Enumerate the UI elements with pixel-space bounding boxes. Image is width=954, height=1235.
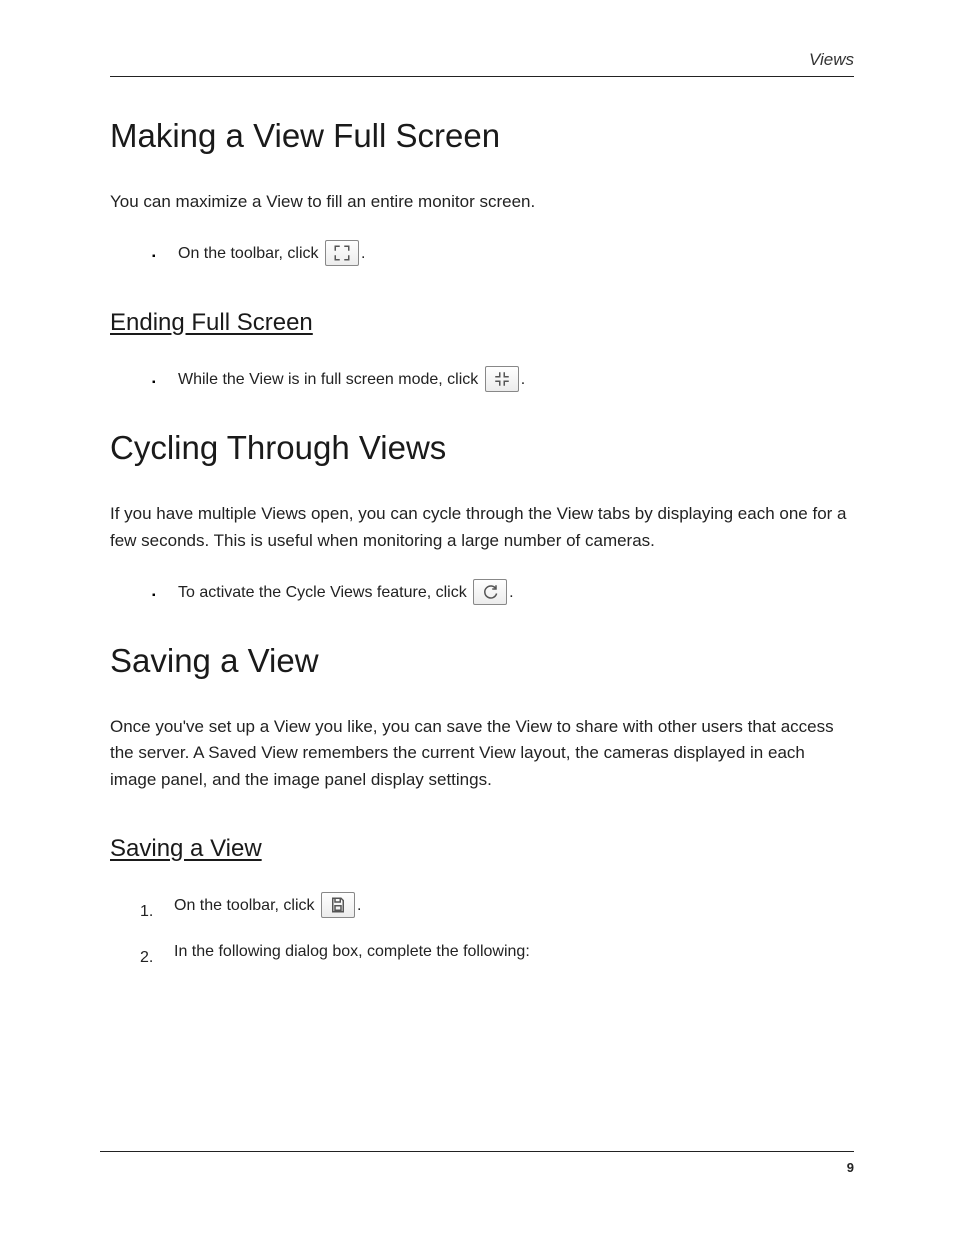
list-item: On the toolbar, click . — [140, 893, 854, 919]
running-head: Views — [110, 50, 854, 76]
list-item: In the following dialog box, complete th… — [140, 939, 854, 965]
cycle-icon — [473, 579, 507, 605]
heading-saving-a-view-sub: Saving a View — [110, 835, 854, 863]
header-rule — [110, 76, 854, 77]
heading-saving-a-view: Saving a View — [110, 642, 854, 680]
list-item: To activate the Cycle Views feature, cli… — [152, 580, 854, 606]
page-footer: 9 — [100, 1151, 854, 1175]
text: . — [521, 372, 525, 389]
fullscreen-icon — [325, 240, 359, 266]
text: While the View is in full screen mode, c… — [178, 372, 483, 389]
text: In the following dialog box, complete th… — [174, 943, 530, 960]
heading-making-full-screen: Making a View Full Screen — [110, 117, 854, 155]
text: . — [357, 897, 361, 914]
text: On the toolbar, click — [174, 897, 319, 914]
heading-ending-full-screen: Ending Full Screen — [110, 309, 854, 337]
exit-fullscreen-icon — [485, 366, 519, 392]
paragraph: If you have multiple Views open, you can… — [110, 501, 854, 554]
text: . — [509, 584, 513, 601]
page: Views Making a View Full Screen You can … — [0, 0, 954, 1235]
text: To activate the Cycle Views feature, cli… — [178, 584, 471, 601]
save-icon — [321, 892, 355, 918]
paragraph: Once you've set up a View you like, you … — [110, 714, 854, 793]
paragraph: You can maximize a View to fill an entir… — [110, 189, 854, 215]
footer-rule — [100, 1151, 854, 1152]
text: . — [361, 246, 365, 263]
heading-cycling-views: Cycling Through Views — [110, 429, 854, 467]
page-number: 9 — [100, 1160, 854, 1175]
text: On the toolbar, click — [178, 246, 323, 263]
list-item: On the toolbar, click . — [152, 241, 854, 267]
list-item: While the View is in full screen mode, c… — [152, 367, 854, 393]
